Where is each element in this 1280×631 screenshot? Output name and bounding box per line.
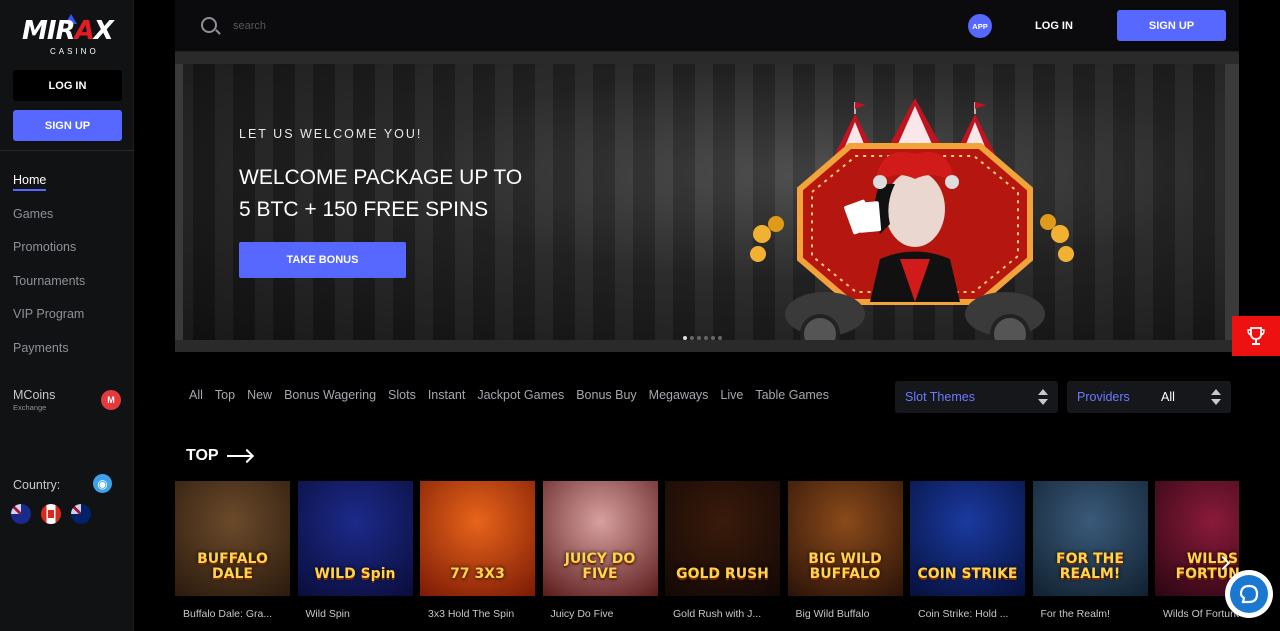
filter-live[interactable]: Live: [720, 388, 743, 402]
carousel-dot[interactable]: [711, 336, 715, 340]
filter-top[interactable]: Top: [215, 388, 235, 402]
sidebar-item-vip-program[interactable]: VIP Program: [13, 306, 85, 340]
chat-support-button[interactable]: [1225, 570, 1273, 618]
filter-all[interactable]: All: [189, 388, 203, 402]
game-card[interactable]: WILD Spin Wild Spin: [297, 481, 413, 620]
promo-banner: LET US WELCOME YOU! WELCOME PACKAGE UP T…: [175, 52, 1239, 352]
canada-flag-icon[interactable]: [41, 504, 61, 524]
game-card[interactable]: GOLD RUSH Gold Rush with J...: [665, 481, 780, 620]
sidebar-signup-button[interactable]: SIGN UP: [13, 110, 122, 141]
game-thumbnail[interactable]: COIN STRIKE: [910, 481, 1025, 596]
top-games-row: BUFFALO DALE Buffalo Dale: Gra... WILD Spi…: [175, 481, 1239, 631]
game-thumbnail-title: WILD Spin: [314, 566, 396, 582]
filter-table-games[interactable]: Table Games: [755, 388, 829, 402]
sidebar: MIRAX CASINO LOG IN SIGN UP Home Games P…: [0, 0, 134, 631]
filter-slots[interactable]: Slots: [388, 388, 416, 402]
game-thumbnail[interactable]: BUFFALO DALE: [175, 481, 290, 596]
search-input[interactable]: [233, 16, 533, 36]
game-name: Wilds Of Fortune: [1163, 608, 1239, 620]
header-login-button[interactable]: LOG IN: [1025, 11, 1083, 41]
sidebar-nav: Home Games Promotions Tournaments VIP Pr…: [13, 172, 85, 374]
chat-bubble-icon: [1230, 575, 1268, 613]
chevron-right-icon[interactable]: [1216, 552, 1232, 576]
game-name: Wild Spin: [305, 608, 350, 620]
filter-megaways[interactable]: Megaways: [649, 388, 709, 402]
game-thumbnail[interactable]: GOLD RUSH: [665, 481, 780, 596]
mirax-casino-logo[interactable]: MIRAX CASINO: [20, 14, 114, 60]
game-card[interactable]: BUFFALO DALE Buffalo Dale: Gra...: [175, 481, 290, 620]
game-name: 3x3 Hold The Spin: [428, 608, 515, 620]
game-thumbnail[interactable]: JUICY DO FIVE: [542, 481, 658, 596]
mcoin-icon[interactable]: M: [101, 390, 121, 410]
game-card[interactable]: JUICY DO FIVE Juicy Do Five: [542, 481, 658, 620]
game-thumbnail-title: 77 3X3: [450, 566, 505, 582]
sidebar-item-games[interactable]: Games: [13, 206, 85, 240]
game-name: For the Realm!: [1040, 608, 1110, 620]
filter-bonus-buy[interactable]: Bonus Buy: [576, 388, 636, 402]
sidebar-login-button[interactable]: LOG IN: [13, 70, 122, 101]
top-section-title: TOP: [186, 447, 219, 464]
header-signup-button[interactable]: SIGN UP: [1117, 10, 1226, 41]
game-name: Juicy Do Five: [550, 608, 614, 620]
sidebar-item-promotions[interactable]: Promotions: [13, 239, 85, 273]
search-icon[interactable]: [201, 17, 217, 33]
game-thumbnail-title: GOLD RUSH: [676, 566, 769, 582]
game-card[interactable]: FOR THE REALM! For the Realm!: [1032, 481, 1148, 620]
banner-carousel-dots: [683, 336, 722, 340]
game-card[interactable]: BIG WILD BUFFALO Big Wild Buffalo: [787, 481, 903, 620]
banner-eyebrow: LET US WELCOME YOU!: [239, 127, 423, 141]
mcoins-exchange-link[interactable]: MCoins Exchange: [13, 388, 55, 412]
banner-title: WELCOME PACKAGE UP TO 5 BTC + 150 FREE S…: [239, 166, 523, 221]
take-bonus-button[interactable]: TAKE BONUS: [239, 242, 406, 278]
game-thumbnail[interactable]: WILD Spin: [297, 481, 413, 596]
slot-themes-select[interactable]: Slot Themes: [895, 381, 1058, 413]
carousel-dot[interactable]: [718, 336, 722, 340]
country-label: Country:: [13, 478, 61, 492]
game-name: Buffalo Dale: Gra...: [183, 608, 273, 620]
game-name: Gold Rush with J...: [673, 608, 762, 620]
game-card[interactable]: COIN STRIKE Coin Strike: Hold ...: [910, 481, 1025, 620]
carousel-dot[interactable]: [683, 336, 687, 340]
sort-arrows-icon: [1211, 389, 1221, 405]
game-thumbnail-title: JUICY DO FIVE: [564, 551, 636, 582]
carousel-dot[interactable]: [697, 336, 701, 340]
category-filters: All Top New Bonus Wagering Slots Instant…: [189, 388, 841, 402]
arrow-right-icon[interactable]: [227, 455, 251, 457]
game-thumbnail[interactable]: 77 3X3: [420, 481, 535, 596]
new-zealand-flag-icon[interactable]: [71, 504, 91, 524]
sidebar-item-tournaments[interactable]: Tournaments: [13, 273, 85, 307]
game-thumbnail-title: COIN STRIKE: [917, 566, 1018, 582]
game-thumbnail-title: FOR THE REALM!: [1056, 551, 1124, 582]
country-flags: [11, 504, 91, 524]
game-thumbnail-title: BIG WILD BUFFALO: [808, 551, 882, 582]
filter-jackpot-games[interactable]: Jackpot Games: [477, 388, 564, 402]
globe-icon[interactable]: ◉: [93, 474, 112, 493]
sort-arrows-icon: [1038, 389, 1048, 405]
filter-instant[interactable]: Instant: [428, 388, 466, 402]
game-name: Coin Strike: Hold ...: [918, 608, 1009, 620]
top-header: APP LOG IN SIGN UP: [175, 0, 1239, 52]
harlequin-circus-illustration: [750, 98, 1074, 340]
sidebar-divider: [0, 150, 134, 151]
sidebar-item-home[interactable]: Home: [13, 172, 85, 206]
game-thumbnail-title: BUFFALO DALE: [197, 551, 268, 582]
game-name: Big Wild Buffalo: [795, 608, 870, 620]
game-card[interactable]: 77 3X3 3x3 Hold The Spin: [420, 481, 535, 620]
app-download-button[interactable]: APP: [968, 14, 992, 38]
australia-flag-icon[interactable]: [11, 504, 31, 524]
game-thumbnail[interactable]: BIG WILD BUFFALO: [787, 481, 903, 596]
providers-select[interactable]: Providers All: [1067, 381, 1231, 413]
game-thumbnail[interactable]: FOR THE REALM!: [1032, 481, 1148, 596]
carousel-dot[interactable]: [704, 336, 708, 340]
sidebar-item-payments[interactable]: Payments: [13, 340, 85, 374]
carousel-dot[interactable]: [690, 336, 694, 340]
trophy-icon[interactable]: [1232, 316, 1280, 356]
filter-new[interactable]: New: [247, 388, 272, 402]
filter-bonus-wagering[interactable]: Bonus Wagering: [284, 388, 376, 402]
game-thumbnail[interactable]: WILDS FORTUNE: [1155, 481, 1239, 596]
